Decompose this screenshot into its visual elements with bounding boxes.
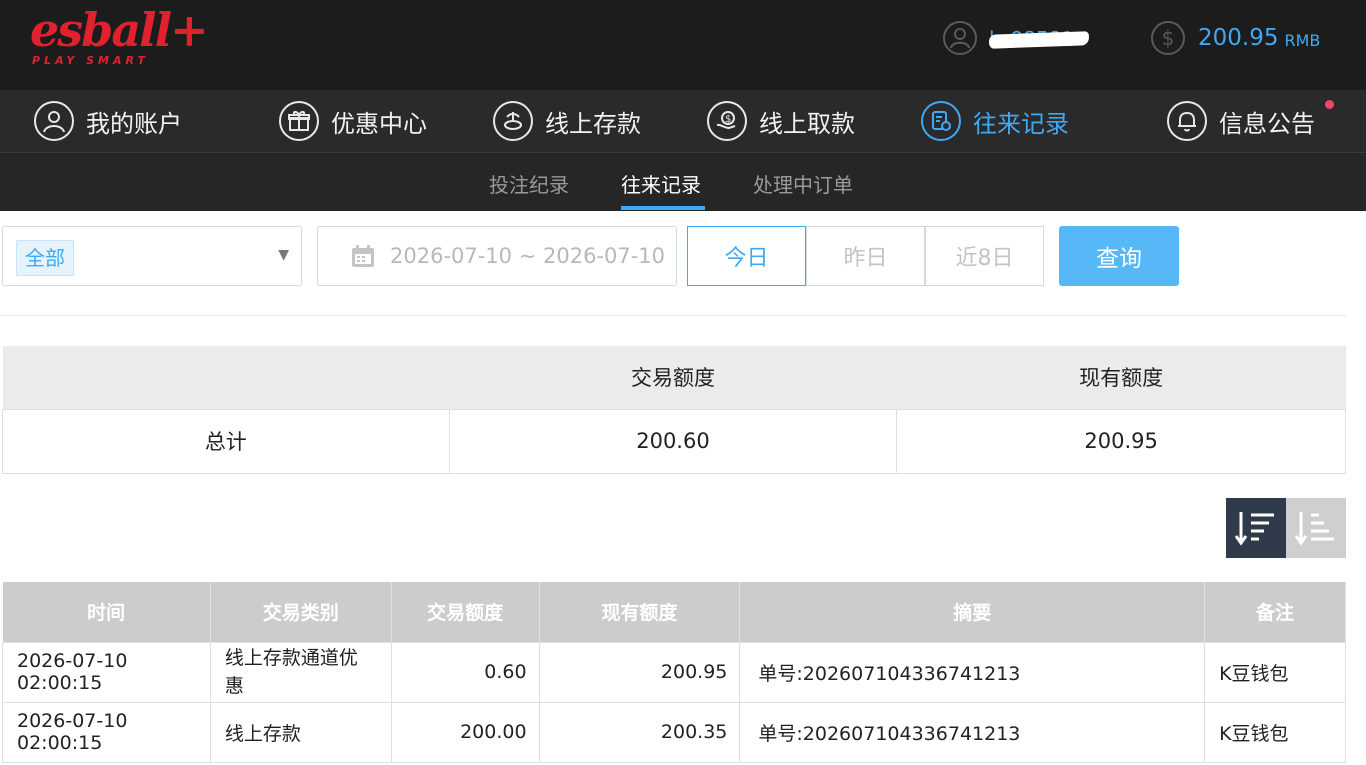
cell-amount: 0.60 xyxy=(390,641,540,703)
top-bar: esball+ PLAY SMART k_98581 $ 200.95 RMB xyxy=(0,0,1366,90)
cell-note: K豆钱包 xyxy=(1204,701,1346,763)
main-nav: 我的账户 优惠中心 线上存款 $ 线上取款 往来记录 信息公告 xyxy=(0,90,1366,153)
username: k_98581 xyxy=(989,27,1089,49)
sub-nav: 投注纪录 往来记录 处理中订单 xyxy=(0,153,1366,211)
table-row: 2026-07-10 02:00:15 线上存款通道优惠 0.60 200.95… xyxy=(2,641,1346,703)
records-icon xyxy=(921,101,961,141)
balance-info: $ 200.95 RMB xyxy=(1151,20,1320,56)
divider xyxy=(0,315,1346,316)
cell-summary: 单号:202607104336741213 xyxy=(739,641,1206,703)
nav-item-records[interactable]: 往来记录 xyxy=(921,100,1069,142)
bell-icon xyxy=(1167,101,1207,141)
sort-descending-icon xyxy=(1234,512,1274,546)
tab-transaction-records[interactable]: 往来记录 xyxy=(621,169,701,198)
cell-time: 2026-07-10 02:00:15 xyxy=(2,701,211,763)
header-amount[interactable]: 交易额度 xyxy=(391,582,540,642)
header-type[interactable]: 交易类别 xyxy=(210,582,392,642)
summary-header-row: 交易额度 现有额度 xyxy=(2,346,1346,409)
cell-balance: 200.35 xyxy=(538,701,741,763)
nav-label: 信息公告 xyxy=(1219,109,1315,138)
cell-note: K豆钱包 xyxy=(1204,641,1346,703)
balance-currency: RMB xyxy=(1284,30,1321,50)
header-summary[interactable]: 摘要 xyxy=(739,582,1206,642)
summary-header-trade: 交易额度 xyxy=(449,346,897,409)
brand-tagline: PLAY SMART xyxy=(32,54,149,67)
records-table: 时间 交易类别 交易额度 现有额度 摘要 备注 2026-07-10 02:00… xyxy=(2,582,1346,763)
nav-item-promotions[interactable]: 优惠中心 xyxy=(279,100,427,142)
active-tab-underline xyxy=(621,206,705,210)
nav-item-deposit[interactable]: 线上存款 xyxy=(493,100,641,142)
cell-type: 线上存款 xyxy=(209,701,392,763)
header-balance[interactable]: 现有额度 xyxy=(539,582,741,642)
balance-value: 200.95 xyxy=(1198,25,1279,51)
nav-item-withdraw[interactable]: $ 线上取款 xyxy=(707,100,855,142)
yesterday-button[interactable]: 昨日 xyxy=(806,226,925,286)
cell-time: 2026-07-10 02:00:15 xyxy=(2,641,211,703)
calendar-icon xyxy=(350,243,376,269)
records-header-row: 时间 交易类别 交易额度 现有额度 摘要 备注 xyxy=(2,582,1346,642)
chevron-down-icon: ▼ xyxy=(278,247,289,263)
nav-label: 往来记录 xyxy=(973,109,1069,138)
notification-dot xyxy=(1325,100,1334,109)
header-time[interactable]: 时间 xyxy=(2,582,211,642)
type-select[interactable]: 全部 ▼ xyxy=(2,226,302,286)
dollar-icon: $ xyxy=(1151,21,1185,55)
summary-total-label: 总计 xyxy=(2,408,450,474)
cell-amount: 200.00 xyxy=(390,701,540,763)
summary-header-current: 现有额度 xyxy=(896,346,1346,409)
summary-trade-total: 200.60 xyxy=(448,408,898,474)
query-button[interactable]: 查询 xyxy=(1059,226,1179,286)
user-icon xyxy=(943,21,977,55)
summary-header-blank xyxy=(2,346,450,409)
cell-type: 线上存款通道优惠 xyxy=(209,641,392,703)
nav-label: 线上存款 xyxy=(545,109,641,138)
cell-balance: 200.95 xyxy=(538,641,741,703)
last-8-days-button[interactable]: 近8日 xyxy=(925,226,1044,286)
svg-text:$: $ xyxy=(725,114,731,125)
nav-label: 优惠中心 xyxy=(331,109,427,138)
table-row: 2026-07-10 02:00:15 线上存款 200.00 200.35 单… xyxy=(2,701,1346,763)
summary-current-total: 200.95 xyxy=(896,408,1346,474)
nav-item-my-account[interactable]: 我的账户 xyxy=(34,100,182,142)
nav-item-announcements[interactable]: 信息公告 xyxy=(1167,100,1315,142)
nav-label: 我的账户 xyxy=(86,109,182,138)
date-range-value: 2026-07-10 ~ 2026-07-10 xyxy=(390,244,666,268)
sort-ascending-button[interactable] xyxy=(1286,498,1346,558)
brand-name: esball+ xyxy=(30,3,209,57)
cell-summary: 单号:202607104336741213 xyxy=(739,701,1206,763)
sort-ascending-icon xyxy=(1294,512,1334,546)
type-select-value: 全部 xyxy=(16,240,74,276)
summary-total-row: 总计 200.60 200.95 xyxy=(2,408,1346,474)
gift-icon xyxy=(279,101,319,141)
tab-pending-orders[interactable]: 处理中订单 xyxy=(753,169,853,198)
brand-logo[interactable]: esball+ PLAY SMART xyxy=(30,4,209,74)
withdraw-icon: $ xyxy=(707,101,747,141)
summary-table: 交易额度 现有额度 总计 200.60 200.95 xyxy=(2,346,1346,474)
deposit-icon xyxy=(493,101,533,141)
user-info[interactable]: k_98581 xyxy=(943,20,1089,56)
nav-label: 线上取款 xyxy=(759,109,855,138)
header-note[interactable]: 备注 xyxy=(1204,582,1346,642)
date-range-picker[interactable]: 2026-07-10 ~ 2026-07-10 xyxy=(317,226,677,286)
today-button[interactable]: 今日 xyxy=(687,226,806,286)
sort-descending-button[interactable] xyxy=(1226,498,1286,558)
user-icon xyxy=(34,101,74,141)
tab-bet-records[interactable]: 投注纪录 xyxy=(489,169,569,198)
